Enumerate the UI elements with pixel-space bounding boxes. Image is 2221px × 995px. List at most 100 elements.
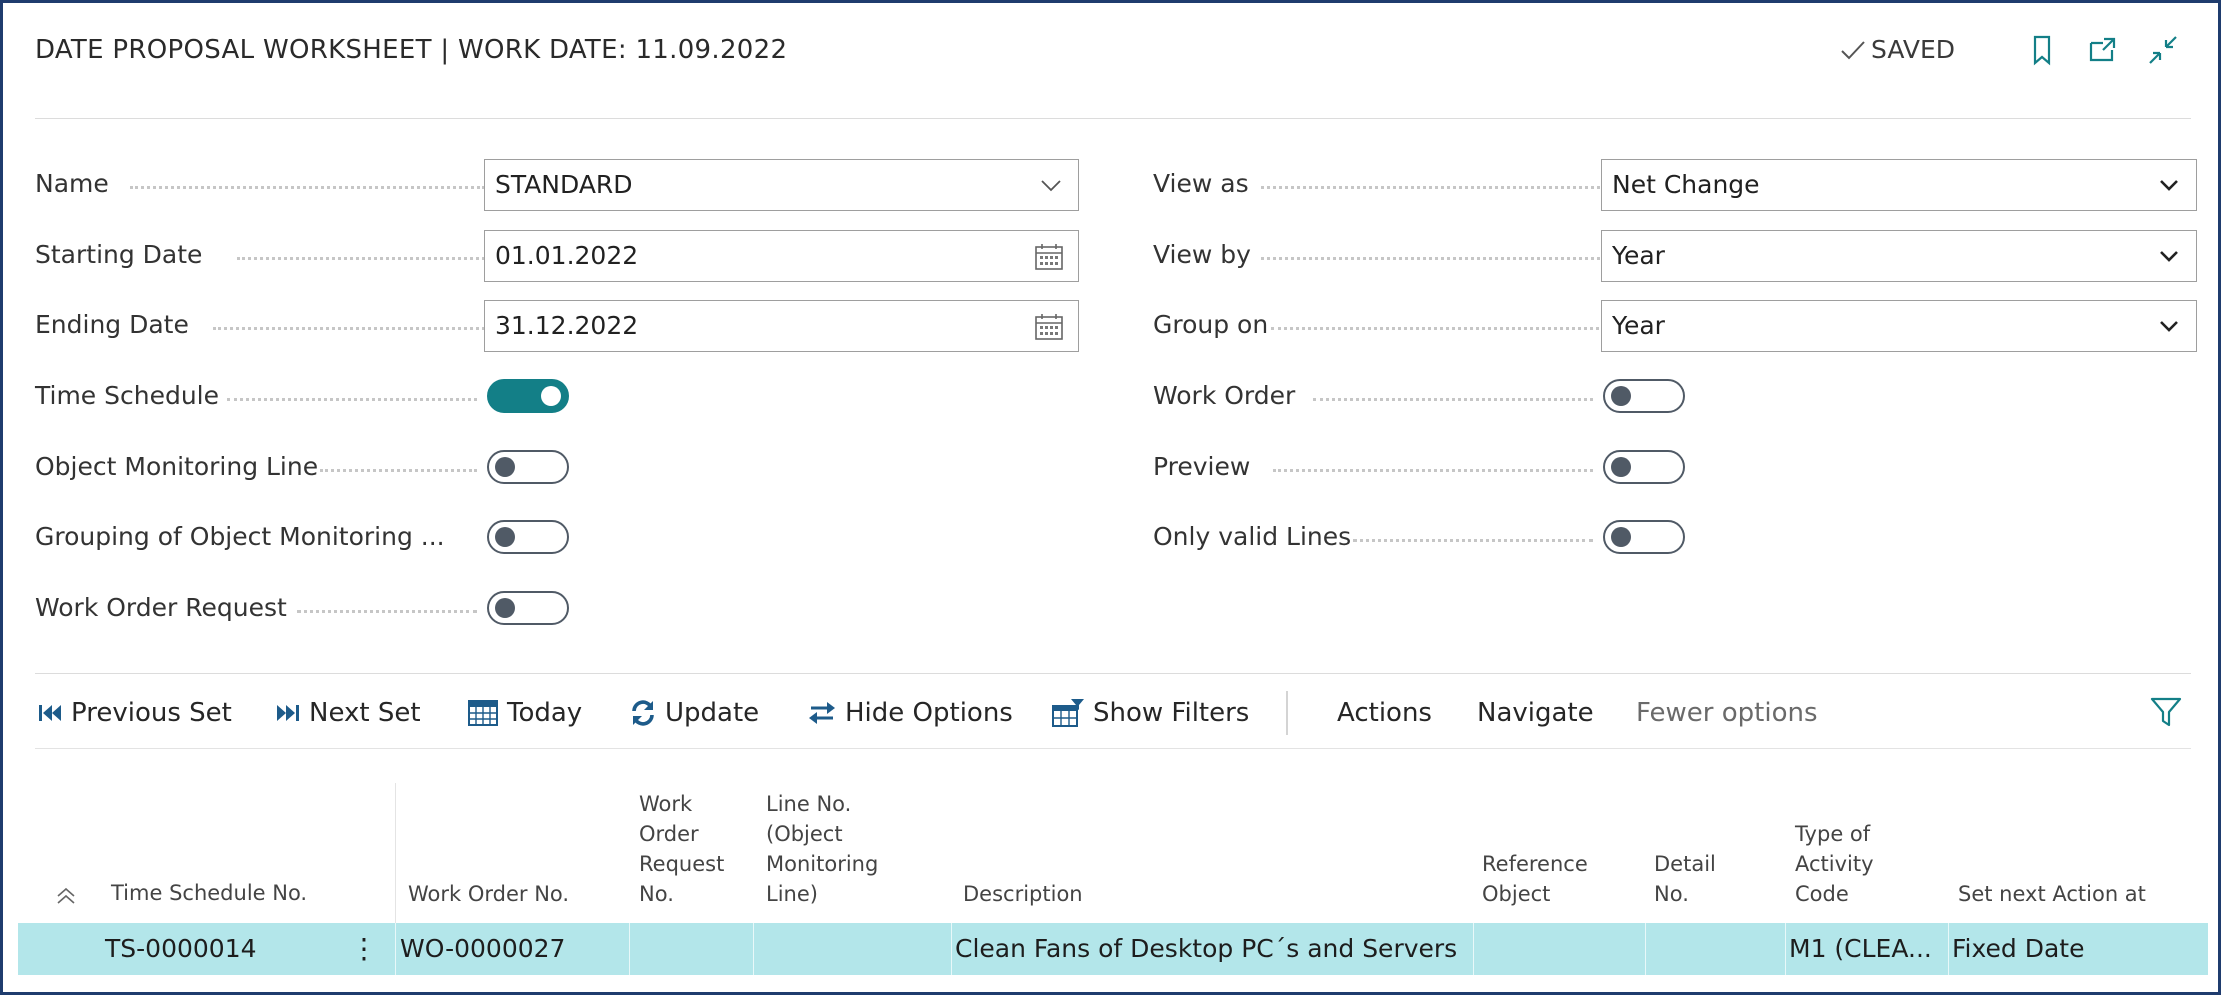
work-order-request-label: Work Order Request	[35, 593, 287, 622]
toggle-knob	[495, 527, 515, 547]
header-line: Request	[639, 852, 725, 876]
toggle-knob	[495, 457, 515, 477]
header-line: Monitoring	[766, 852, 879, 876]
dotted-leader	[1313, 398, 1593, 401]
object-monitoring-line-toggle[interactable]	[487, 450, 569, 484]
only-valid-lines-toggle[interactable]	[1603, 520, 1685, 554]
action-bar-separator	[1286, 691, 1288, 735]
name-label: Name	[35, 169, 109, 198]
work-order-request-toggle[interactable]	[487, 591, 569, 625]
row-cell-separator	[395, 923, 396, 975]
column-header-description[interactable]: Description	[963, 879, 1083, 909]
column-header-set-next-action-at[interactable]: Set next Action at	[1958, 879, 2146, 909]
row-cell-separator	[1645, 923, 1646, 975]
field-group-on: Group on Year	[1153, 300, 2197, 352]
header-line: Line No.	[766, 792, 852, 816]
open-new-window-icon[interactable]	[2085, 33, 2119, 67]
navigate-menu-label: Navigate	[1477, 698, 1594, 728]
field-view-by: View by Year	[1153, 230, 2197, 282]
column-header-detail-no[interactable]: Detail No.	[1654, 849, 1716, 909]
bookmark-icon[interactable]	[2025, 33, 2059, 67]
checkmark-icon	[1841, 40, 1865, 59]
today-button[interactable]: Today	[467, 693, 582, 733]
group-on-select[interactable]: Year	[1601, 300, 2197, 352]
column-header-line-no[interactable]: Line No. (Object Monitoring Line)	[766, 789, 878, 909]
chevron-down-icon	[2160, 180, 2178, 191]
dotted-leader	[320, 469, 477, 472]
row-cell-separator	[1473, 923, 1474, 975]
cell-description[interactable]: Clean Fans of Desktop PC´s and Servers	[955, 923, 1457, 975]
header-line: Order	[639, 822, 699, 846]
cell-set-next-action-at[interactable]: Fixed Date	[1952, 923, 2084, 975]
row-cell-separator	[1948, 923, 1949, 975]
show-filters-icon	[1052, 699, 1084, 727]
cell-type-of-activity-code[interactable]: M1 (CLEA...	[1789, 923, 1932, 975]
grouping-object-monitoring-label: Grouping of Object Monitoring ...	[35, 522, 445, 551]
hide-options-button[interactable]: Hide Options	[807, 693, 1013, 733]
toggle-knob	[1611, 527, 1631, 547]
collapse-icon[interactable]	[2146, 33, 2180, 67]
field-grouping-object-monitoring: Grouping of Object Monitoring ...	[35, 512, 635, 562]
actions-menu-label: Actions	[1337, 698, 1432, 728]
toggle-knob	[495, 598, 515, 618]
view-as-label: View as	[1153, 169, 1249, 198]
cell-work-order-no[interactable]: WO-0000027	[400, 923, 565, 975]
column-header-type-of-activity-code[interactable]: Type of Activity Code	[1795, 819, 1874, 909]
name-select[interactable]: STANDARD	[484, 159, 1079, 211]
row-cell-separator	[1785, 923, 1786, 975]
time-schedule-toggle[interactable]	[487, 379, 569, 413]
preview-toggle[interactable]	[1603, 450, 1685, 484]
time-schedule-label: Time Schedule	[35, 381, 220, 410]
action-bar-top-divider	[35, 673, 2191, 674]
group-on-label: Group on	[1153, 310, 1269, 339]
starting-date-input[interactable]: 01.01.2022	[484, 230, 1079, 282]
field-only-valid-lines: Only valid Lines	[1153, 512, 1753, 562]
saved-status: SAVED	[1839, 35, 1955, 64]
update-button[interactable]: Update	[629, 693, 759, 733]
actions-menu[interactable]: Actions	[1337, 693, 1432, 733]
calendar-icon[interactable]	[1034, 313, 1064, 341]
today-label: Today	[507, 698, 583, 728]
navigate-menu[interactable]: Navigate	[1477, 693, 1594, 733]
next-set-label: Next Set	[309, 698, 421, 728]
dotted-leader	[130, 186, 485, 189]
header-line: Code	[1795, 882, 1849, 906]
grouping-object-monitoring-toggle[interactable]	[487, 520, 569, 554]
header-line: No.	[639, 882, 674, 906]
toggle-knob	[1611, 386, 1631, 406]
view-as-select[interactable]: Net Change	[1601, 159, 2197, 211]
column-header-work-order-no[interactable]: Work Order No.	[408, 879, 569, 909]
object-monitoring-line-label: Object Monitoring Line	[35, 452, 319, 481]
field-time-schedule: Time Schedule	[35, 371, 635, 421]
previous-set-icon	[39, 705, 61, 721]
starting-date-value: 01.01.2022	[495, 241, 639, 270]
update-label: Update	[665, 698, 760, 728]
calendar-icon[interactable]	[1034, 243, 1064, 271]
dotted-leader	[213, 327, 485, 330]
view-as-value: Net Change	[1612, 170, 1760, 199]
previous-set-button[interactable]: Previous Set	[37, 693, 232, 733]
ending-date-input[interactable]: 31.12.2022	[484, 300, 1079, 352]
cell-time-schedule-no[interactable]: TS-0000014	[105, 923, 257, 975]
work-order-toggle[interactable]	[1603, 379, 1685, 413]
only-valid-lines-label: Only valid Lines	[1153, 522, 1352, 551]
column-header-time-schedule-no[interactable]: Time Schedule No.	[111, 878, 307, 908]
dotted-leader	[297, 610, 477, 613]
collapse-all-icon[interactable]	[53, 883, 79, 909]
filter-icon[interactable]	[2149, 695, 2183, 729]
show-filters-button[interactable]: Show Filters	[1051, 693, 1249, 733]
next-set-button[interactable]: Next Set	[275, 693, 421, 733]
row-cell-separator	[629, 923, 630, 975]
header-line: Work	[639, 792, 693, 816]
chevron-down-icon	[2160, 321, 2178, 332]
column-header-reference-object[interactable]: Reference Object	[1482, 849, 1588, 909]
group-on-value: Year	[1612, 311, 1665, 340]
view-by-select[interactable]: Year	[1601, 230, 2197, 282]
row-more-options-icon[interactable]: ⋮	[349, 923, 379, 975]
fewer-options-label: Fewer options	[1636, 698, 1818, 728]
swap-arrows-icon	[809, 702, 835, 724]
column-header-work-order-request-no[interactable]: Work Order Request No.	[639, 789, 724, 909]
next-set-icon	[277, 705, 299, 721]
fewer-options-button[interactable]: Fewer options	[1636, 693, 1818, 733]
name-value: STANDARD	[495, 170, 633, 199]
